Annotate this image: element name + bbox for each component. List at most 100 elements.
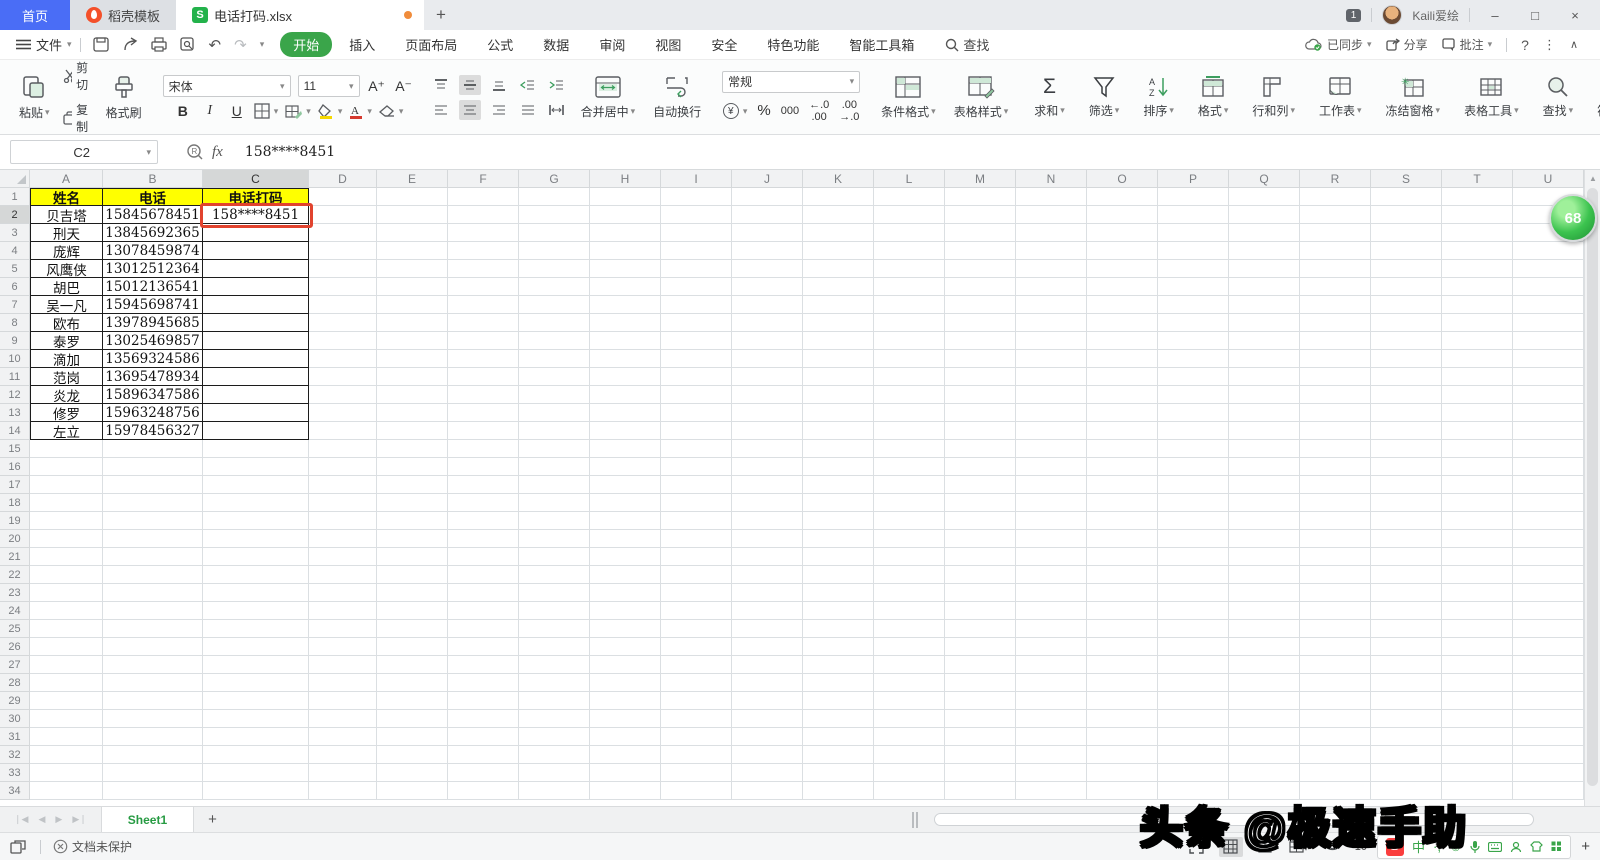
cell-S8[interactable]	[1371, 314, 1442, 332]
cell-N32[interactable]	[1016, 746, 1087, 764]
cell-P3[interactable]	[1158, 224, 1229, 242]
cell-Q23[interactable]	[1229, 584, 1300, 602]
align-right-button[interactable]	[488, 100, 510, 120]
cell-G31[interactable]	[519, 728, 590, 746]
cell-M22[interactable]	[945, 566, 1016, 584]
cell-R7[interactable]	[1300, 296, 1371, 314]
distribute-button[interactable]	[546, 100, 568, 120]
name-box[interactable]: C2 ▾	[10, 140, 158, 164]
row-header-22[interactable]: 22	[0, 566, 30, 584]
row-header-26[interactable]: 26	[0, 638, 30, 656]
menu-tab-开始[interactable]: 开始	[280, 32, 332, 57]
cell-G11[interactable]	[519, 368, 590, 386]
cell-U10[interactable]	[1513, 350, 1584, 368]
undo-icon[interactable]: ↶	[209, 36, 222, 54]
share-button[interactable]: 分享	[1386, 36, 1428, 53]
cell-T8[interactable]	[1442, 314, 1513, 332]
number-format-select[interactable]: 常规▾	[722, 71, 860, 93]
cell-F12[interactable]	[448, 386, 519, 404]
cell-P8[interactable]	[1158, 314, 1229, 332]
column-header-I[interactable]: I	[661, 170, 732, 188]
cell-F1[interactable]	[448, 188, 519, 206]
cell-N1[interactable]	[1016, 188, 1087, 206]
cell-C14[interactable]	[203, 422, 309, 440]
cell-C11[interactable]	[203, 368, 309, 386]
cell-J27[interactable]	[732, 656, 803, 674]
cell-M32[interactable]	[945, 746, 1016, 764]
cell-I21[interactable]	[661, 548, 732, 566]
cell-H9[interactable]	[590, 332, 661, 350]
cell-C31[interactable]	[203, 728, 309, 746]
cell-M13[interactable]	[945, 404, 1016, 422]
cell-H6[interactable]	[590, 278, 661, 296]
cell-B14[interactable]: 15978456327	[103, 422, 203, 440]
cell-K32[interactable]	[803, 746, 874, 764]
cell-L18[interactable]	[874, 494, 945, 512]
cell-G33[interactable]	[519, 764, 590, 782]
cell-I22[interactable]	[661, 566, 732, 584]
cell-L10[interactable]	[874, 350, 945, 368]
column-header-T[interactable]: T	[1442, 170, 1513, 188]
cell-U7[interactable]	[1513, 296, 1584, 314]
cell-K33[interactable]	[803, 764, 874, 782]
cell-T10[interactable]	[1442, 350, 1513, 368]
cell-T20[interactable]	[1442, 530, 1513, 548]
cell-D26[interactable]	[309, 638, 377, 656]
cell-U33[interactable]	[1513, 764, 1584, 782]
cell-S3[interactable]	[1371, 224, 1442, 242]
row-header-34[interactable]: 34	[0, 782, 30, 800]
cell-H2[interactable]	[590, 206, 661, 224]
cell-K6[interactable]	[803, 278, 874, 296]
cell-R17[interactable]	[1300, 476, 1371, 494]
cell-S29[interactable]	[1371, 692, 1442, 710]
cell-S6[interactable]	[1371, 278, 1442, 296]
cell-H27[interactable]	[590, 656, 661, 674]
cell-G24[interactable]	[519, 602, 590, 620]
cell-A33[interactable]	[30, 764, 103, 782]
cell-C22[interactable]	[203, 566, 309, 584]
cell-E9[interactable]	[377, 332, 448, 350]
cell-D29[interactable]	[309, 692, 377, 710]
cell-R13[interactable]	[1300, 404, 1371, 422]
cell-D30[interactable]	[309, 710, 377, 728]
cell-M24[interactable]	[945, 602, 1016, 620]
cell-Q25[interactable]	[1229, 620, 1300, 638]
cell-S17[interactable]	[1371, 476, 1442, 494]
cell-F27[interactable]	[448, 656, 519, 674]
cell-C29[interactable]	[203, 692, 309, 710]
cell-C6[interactable]	[203, 278, 309, 296]
cell-H19[interactable]	[590, 512, 661, 530]
cell-E28[interactable]	[377, 674, 448, 692]
cell-A3[interactable]: 刑天	[30, 224, 103, 242]
cell-H7[interactable]	[590, 296, 661, 314]
cell-M33[interactable]	[945, 764, 1016, 782]
cell-F20[interactable]	[448, 530, 519, 548]
row-header-17[interactable]: 17	[0, 476, 30, 494]
cell-C25[interactable]	[203, 620, 309, 638]
cell-Q27[interactable]	[1229, 656, 1300, 674]
cell-A18[interactable]	[30, 494, 103, 512]
cell-T27[interactable]	[1442, 656, 1513, 674]
sogou-account-icon[interactable]	[1510, 841, 1522, 853]
cell-L7[interactable]	[874, 296, 945, 314]
cell-U6[interactable]	[1513, 278, 1584, 296]
cell-O9[interactable]	[1087, 332, 1158, 350]
cell-O7[interactable]	[1087, 296, 1158, 314]
cell-C26[interactable]	[203, 638, 309, 656]
cell-M16[interactable]	[945, 458, 1016, 476]
cell-E30[interactable]	[377, 710, 448, 728]
cell-E6[interactable]	[377, 278, 448, 296]
cell-J23[interactable]	[732, 584, 803, 602]
cell-B25[interactable]	[103, 620, 203, 638]
cell-N20[interactable]	[1016, 530, 1087, 548]
cell-A23[interactable]	[30, 584, 103, 602]
row-header-23[interactable]: 23	[0, 584, 30, 602]
cell-D4[interactable]	[309, 242, 377, 260]
cell-O27[interactable]	[1087, 656, 1158, 674]
cell-O33[interactable]	[1087, 764, 1158, 782]
cell-E2[interactable]	[377, 206, 448, 224]
cell-E4[interactable]	[377, 242, 448, 260]
cell-D14[interactable]	[309, 422, 377, 440]
cell-F19[interactable]	[448, 512, 519, 530]
cell-Q26[interactable]	[1229, 638, 1300, 656]
